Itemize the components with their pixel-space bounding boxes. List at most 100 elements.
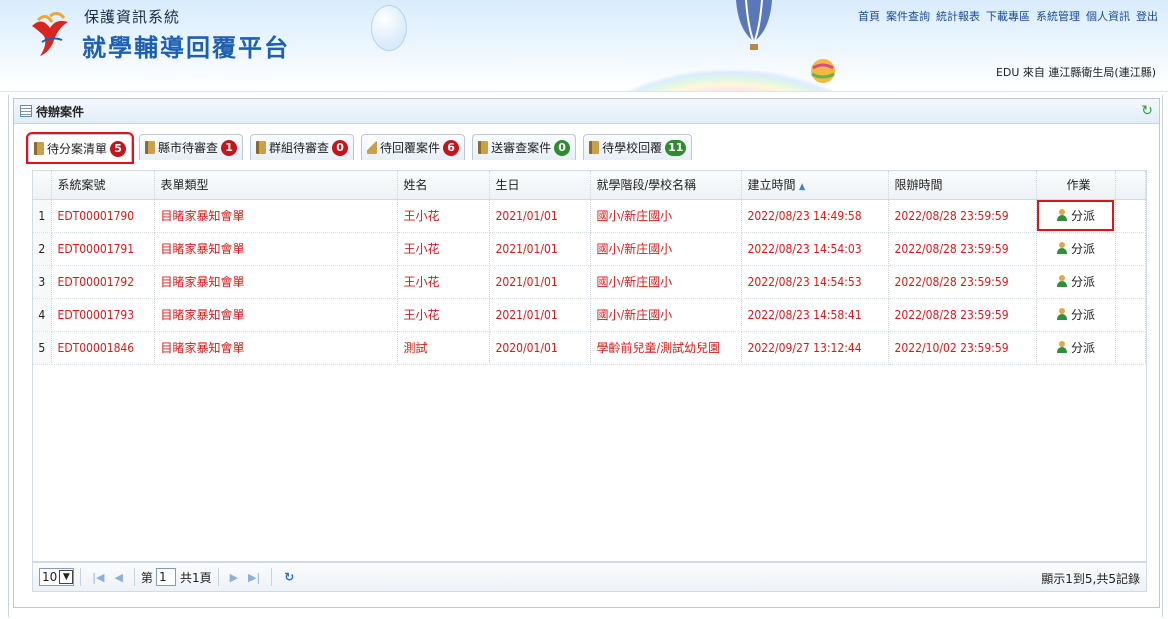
row-number: 3 bbox=[33, 265, 52, 299]
sort-asc-icon: ▲ bbox=[798, 182, 806, 193]
cell-case-id: EDT00001793 bbox=[51, 298, 155, 332]
assign-button[interactable]: 分派 bbox=[1056, 306, 1095, 323]
cell-birthday: 2021/01/01 bbox=[489, 232, 591, 266]
header-case-id[interactable]: 系統案號 bbox=[51, 171, 155, 200]
tab-label: 待回覆案件 bbox=[380, 141, 441, 155]
record-info: 顯示1到5,共5記錄 bbox=[1041, 572, 1140, 586]
cell-school: 國小/新庄國小 bbox=[590, 298, 742, 332]
refresh-icon[interactable]: ↻ bbox=[1141, 103, 1153, 119]
assign-label: 分派 bbox=[1070, 208, 1095, 223]
tab-county-review[interactable]: 縣市待審查 1 bbox=[139, 134, 244, 160]
header-name[interactable]: 姓名 bbox=[397, 171, 490, 200]
nav-case-query[interactable]: 案件查詢 bbox=[886, 8, 930, 24]
cell-filler bbox=[1115, 331, 1146, 365]
page-size-value: 10 bbox=[42, 570, 58, 584]
cell-deadline: 2022/10/02 23:59:59 bbox=[888, 331, 1037, 365]
last-page-icon[interactable]: ▶| bbox=[248, 571, 260, 584]
header-created-label: 建立時間 bbox=[747, 178, 796, 193]
panel-header: 待辦案件 bbox=[14, 99, 1159, 124]
nav-downloads[interactable]: 下載專區 bbox=[986, 8, 1030, 24]
header-school[interactable]: 就學階段/學校名稱 bbox=[590, 171, 742, 200]
cell-school: 國小/新庄國小 bbox=[590, 265, 742, 299]
table-row[interactable]: 3 EDT00001792 目睹家暴知會單 王小花 2021/01/01 國小/… bbox=[33, 265, 1146, 299]
pager-divider bbox=[217, 568, 219, 586]
case-grid: 系統案號 表單類型 姓名 生日 就學階段/學校名稱 建立時間 ▲ 限辦時間 作業… bbox=[32, 170, 1147, 562]
user-icon bbox=[1056, 308, 1068, 321]
case-table: 系統案號 表單類型 姓名 生日 就學階段/學校名稱 建立時間 ▲ 限辦時間 作業… bbox=[33, 171, 1146, 365]
tab-pending-reply[interactable]: 待回覆案件 6 bbox=[361, 134, 466, 160]
table-row[interactable]: 2 EDT00001791 目睹家暴知會單 王小花 2021/01/01 國小/… bbox=[33, 232, 1146, 266]
table-row[interactable]: 1 EDT00001790 目睹家暴知會單 王小花 2021/01/01 國小/… bbox=[33, 199, 1146, 233]
book-icon bbox=[145, 141, 156, 154]
cell-case-id: EDT00001792 bbox=[51, 265, 155, 299]
cell-created: 2022/09/27 13:12:44 bbox=[741, 331, 889, 365]
tab-pending-assignment[interactable]: 待分案清單 5 bbox=[25, 132, 135, 164]
cell-created: 2022/08/23 14:49:58 bbox=[741, 199, 889, 233]
nav-home[interactable]: 首頁 bbox=[858, 8, 880, 24]
pager-divider bbox=[271, 568, 273, 586]
cell-school: 學齡前兒童/測試幼兒園 bbox=[590, 331, 742, 365]
assign-label: 分派 bbox=[1070, 340, 1095, 355]
nav-personal-info[interactable]: 個人資訊 bbox=[1086, 8, 1130, 24]
cell-birthday: 2020/01/01 bbox=[489, 331, 591, 365]
panel-title: 待辦案件 bbox=[36, 104, 85, 119]
assign-label: 分派 bbox=[1070, 274, 1095, 289]
assign-button[interactable]: 分派 bbox=[1056, 207, 1095, 224]
cell-action: 分派 bbox=[1036, 265, 1116, 299]
table-row[interactable]: 4 EDT00001793 目睹家暴知會單 王小花 2021/01/01 國小/… bbox=[33, 298, 1146, 332]
row-number: 1 bbox=[33, 199, 52, 233]
cell-case-id: EDT00001846 bbox=[51, 331, 155, 365]
logo-icon bbox=[32, 12, 68, 56]
cell-name: 測試 bbox=[397, 331, 490, 365]
cell-birthday: 2021/01/01 bbox=[489, 199, 591, 233]
cell-action: 分派 bbox=[1036, 331, 1116, 365]
assign-button[interactable]: 分派 bbox=[1056, 339, 1095, 356]
cell-action: 分派 bbox=[1036, 199, 1116, 233]
first-page-icon[interactable]: |◀ bbox=[92, 571, 104, 584]
user-icon bbox=[1056, 341, 1068, 354]
nav-logout[interactable]: 登出 bbox=[1136, 8, 1158, 24]
cell-form-type: 目睹家暴知會單 bbox=[154, 331, 398, 365]
row-number: 4 bbox=[33, 298, 52, 332]
prev-page-icon[interactable]: ◀ bbox=[114, 571, 122, 584]
chevron-down-icon: ▼ bbox=[59, 570, 74, 584]
table-row[interactable]: 5 EDT00001846 目睹家暴知會單 測試 2020/01/01 學齡前兒… bbox=[33, 331, 1146, 365]
header-deadline[interactable]: 限辦時間 bbox=[888, 171, 1037, 200]
total-pages: 共1頁 bbox=[179, 570, 212, 585]
reload-icon[interactable]: ↻ bbox=[284, 570, 294, 584]
top-nav: 首頁 案件查詢 統計報表 下載專區 系統管理 個人資訊 登出 bbox=[858, 8, 1158, 24]
tab-submitted-review[interactable]: 送審查案件 0 bbox=[472, 134, 577, 160]
tab-label: 縣市待審查 bbox=[158, 141, 219, 155]
cell-name: 王小花 bbox=[397, 232, 490, 266]
assign-button[interactable]: 分派 bbox=[1056, 240, 1095, 257]
header-created[interactable]: 建立時間 ▲ bbox=[741, 171, 889, 200]
cell-form-type: 目睹家暴知會單 bbox=[154, 199, 398, 233]
page-size-select[interactable]: 10 ▼ bbox=[39, 568, 75, 586]
balloon-icon bbox=[736, 0, 772, 50]
next-page-icon[interactable]: ▶ bbox=[230, 571, 238, 584]
nav-system-admin[interactable]: 系統管理 bbox=[1036, 8, 1080, 24]
table-header-row: 系統案號 表單類型 姓名 生日 就學階段/學校名稱 建立時間 ▲ 限辦時間 作業 bbox=[33, 171, 1146, 200]
header-birthday[interactable]: 生日 bbox=[489, 171, 591, 200]
header-form-type[interactable]: 表單類型 bbox=[154, 171, 398, 200]
nav-reports[interactable]: 統計報表 bbox=[936, 8, 980, 24]
cell-action: 分派 bbox=[1036, 232, 1116, 266]
cell-form-type: 目睹家暴知會單 bbox=[154, 265, 398, 299]
header-rownum bbox=[33, 171, 52, 200]
tab-group-review[interactable]: 群組待審查 0 bbox=[250, 134, 355, 160]
cell-filler bbox=[1115, 298, 1146, 332]
page-number-input[interactable]: 1 bbox=[155, 568, 176, 586]
pager-divider bbox=[133, 568, 135, 586]
cell-action: 分派 bbox=[1036, 298, 1116, 332]
tab-school-reply[interactable]: 待學校回覆 11 bbox=[583, 134, 693, 160]
book-icon bbox=[589, 141, 600, 154]
todo-panel: 待辦案件 ↻ 待分案清單 5 縣市待審查 1 群組待審查 0 待回覆案件 6 送… bbox=[13, 98, 1160, 608]
book-icon bbox=[34, 142, 44, 155]
assign-button[interactable]: 分派 bbox=[1056, 273, 1095, 290]
tab-label: 待學校回覆 bbox=[602, 141, 663, 155]
user-info: EDU 來自 連江縣衛生局(連江縣) bbox=[995, 66, 1156, 79]
count-badge: 0 bbox=[332, 139, 349, 156]
cell-school: 國小/新庄國小 bbox=[590, 199, 742, 233]
cell-created: 2022/08/23 14:54:03 bbox=[741, 232, 889, 266]
cell-filler bbox=[1115, 199, 1146, 233]
